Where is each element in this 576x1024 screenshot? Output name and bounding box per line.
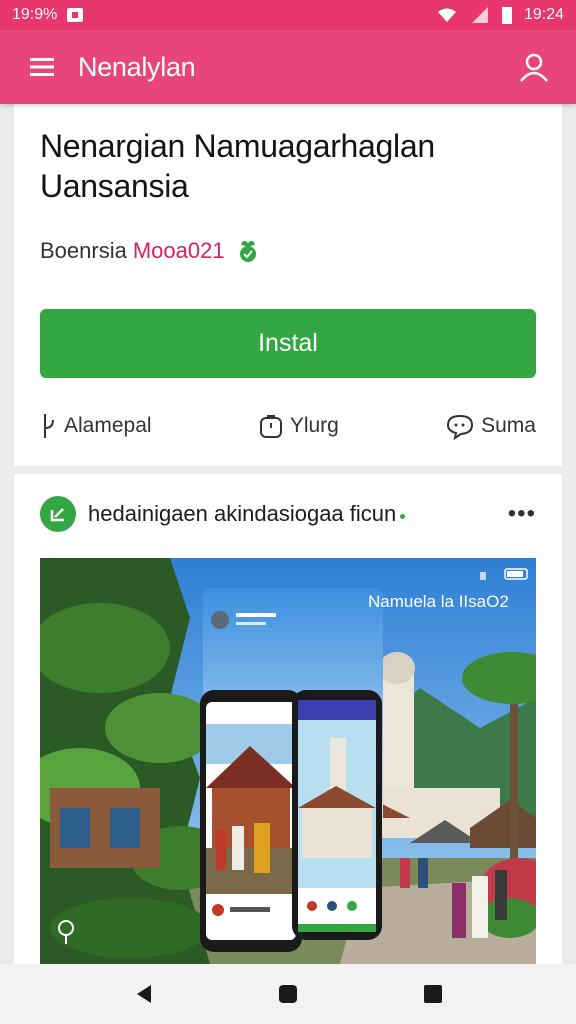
tag-icon [44, 414, 54, 438]
post-avatar[interactable] [40, 496, 76, 532]
app-bar: Nenalylan [0, 30, 576, 104]
app-info-card: Nenargian Namuagarhaglan Uansansia Boenr… [14, 104, 562, 466]
check-leaf-icon [50, 508, 64, 522]
status-left-text: 19:9% [12, 6, 58, 23]
meta-label-1: Alamepal [64, 414, 152, 437]
meta-row: Alamepal Ylurg Suma [40, 409, 536, 443]
install-button[interactable]: Instal [40, 309, 536, 378]
cell-signal-icon [471, 7, 488, 23]
post-header: hedainigaen akindasiogaa ficun ••• [40, 496, 536, 532]
account-icon [520, 53, 548, 82]
account-button[interactable] [514, 47, 554, 87]
meta-label-2: Ylurg [289, 414, 339, 437]
meta-label-3: Suma [481, 414, 536, 437]
meta-item-3[interactable]: Suma [445, 412, 536, 440]
meta-item-2[interactable]: Ylurg [258, 412, 339, 440]
system-nav-bar [0, 964, 576, 1024]
post-card: hedainigaen akindasiogaa ficun ••• Namue… [14, 474, 562, 964]
status-time: 19:24 [523, 6, 564, 23]
post-dot [400, 513, 406, 519]
post-title: hedainigaen akindasiogaa ficun [88, 501, 397, 526]
app-title: Nenargian Namuagarhaglan Uansansia [40, 128, 435, 204]
back-icon [136, 985, 151, 1003]
home-icon [278, 985, 297, 1003]
back-button[interactable] [123, 974, 163, 1014]
wifi-icon [437, 8, 456, 22]
recents-icon [424, 985, 443, 1003]
app-bar-title: Nenalylan [78, 51, 196, 82]
meta-item-1[interactable]: Alamepal [40, 412, 152, 440]
chat-icon [447, 414, 474, 440]
developer-sub: Mooa021 [132, 238, 225, 263]
notification-square-icon [67, 8, 84, 22]
status-bar: 19:9% 19:24 [0, 0, 576, 30]
developer-name[interactable]: Boenrsia [40, 238, 127, 264]
more-options-icon[interactable]: ••• [508, 500, 536, 528]
post-image[interactable]: Namuela la IIsaO2 [40, 558, 536, 964]
image-caption: Namuela la IIsaO2 [368, 592, 509, 611]
recents-button[interactable] [413, 974, 453, 1014]
developer-line: Boenrsia Mooa021 [40, 238, 261, 264]
home-button[interactable] [268, 974, 308, 1014]
menu-icon[interactable] [30, 57, 54, 77]
timer-icon [259, 415, 282, 438]
verified-badge-icon [235, 239, 261, 263]
battery-icon [501, 7, 512, 24]
